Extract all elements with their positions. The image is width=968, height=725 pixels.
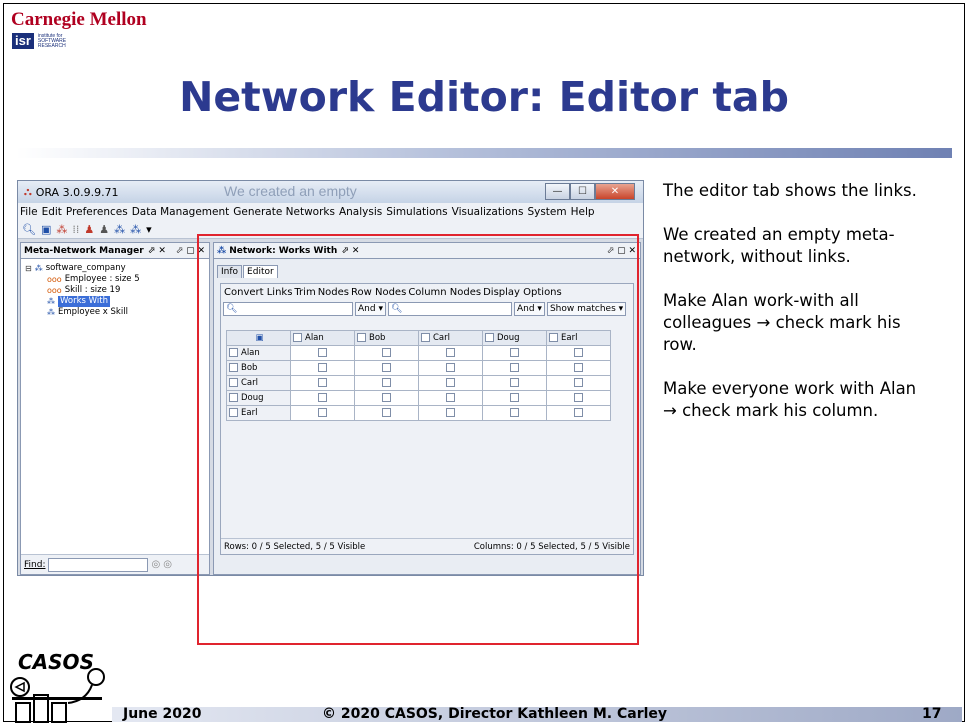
menu-item[interactable]: Preferences: [66, 206, 128, 218]
title-underline: [16, 148, 952, 158]
footer-copyright: © 2020 CASOS, Director Kathleen M. Carle…: [322, 706, 668, 722]
network-icon: ⁂: [47, 308, 55, 317]
page-number: 17: [922, 706, 942, 722]
note: We created an empty meta-network, withou…: [663, 225, 895, 266]
panel-title: Meta-Network Manager: [24, 245, 144, 256]
panel-header: Meta-Network Manager ⬀ ✕ ⬀ ▢ ✕: [21, 243, 209, 259]
search-icon[interactable]: 🔍︎: [22, 223, 36, 236]
window-titlebar[interactable]: ⛬ ORA 3.0.9.9.71 We created an empty — ☐…: [18, 181, 643, 203]
footer-date: June 2020: [123, 706, 202, 722]
note: Make everyone work with Alan → check mar…: [663, 379, 917, 420]
close-icon[interactable]: ✕: [595, 183, 635, 200]
person-icon[interactable]: ♟: [84, 223, 94, 236]
menu-item[interactable]: Visualizations: [452, 206, 524, 218]
panel-pin-close-icon[interactable]: ⬀ ✕: [148, 246, 166, 256]
nodeset-icon: ooo: [47, 286, 62, 295]
ora-app-icon: ⛬: [24, 185, 32, 198]
save-icon[interactable]: ▣: [41, 223, 51, 236]
tree-item-label: Skill : size 19: [64, 285, 121, 295]
menu-item[interactable]: Data Management: [132, 206, 230, 218]
tree-item[interactable]: ⁂ Employee x Skill: [25, 307, 209, 318]
highlight-box: [197, 234, 639, 645]
dropdown-icon[interactable]: ▾: [146, 223, 152, 236]
maximize-icon[interactable]: ☐: [570, 183, 595, 200]
menu-item[interactable]: Edit: [42, 206, 62, 218]
menu-item[interactable]: System: [527, 206, 566, 218]
window-title: ORA 3.0.9.9.71: [35, 185, 119, 199]
menu-item[interactable]: File: [20, 206, 38, 218]
tree-item-label: Works With: [58, 296, 110, 307]
tree-item[interactable]: ooo Employee : size 5: [25, 274, 209, 285]
meta-network-tree: ⊟ ⁂ software_company ooo Employee : size…: [21, 259, 209, 318]
isr-badge: isr: [12, 33, 34, 49]
collapse-icon[interactable]: ⊟: [25, 263, 32, 274]
menu-item[interactable]: Help: [571, 206, 595, 218]
tree-root[interactable]: ⊟ ⁂ software_company: [25, 263, 209, 274]
tree-item-label: Employee : size 5: [64, 274, 140, 284]
window-controls: — ☐ ✕: [545, 183, 635, 200]
tree-root-label: software_company: [45, 263, 126, 273]
ghost-overlay-text: We created an empty: [224, 183, 357, 199]
menubar: File Edit Preferences Data Management Genera…: [18, 203, 643, 221]
slide-title: Network Editor: Editor tab: [179, 73, 789, 121]
note: The editor tab shows the links.: [663, 181, 917, 200]
meta-network-manager-panel: Meta-Network Manager ⬀ ✕ ⬀ ▢ ✕ ⊟ ⁂ softw…: [20, 242, 210, 575]
menu-item[interactable]: Generate Networks: [233, 206, 335, 218]
menu-item[interactable]: Analysis: [339, 206, 382, 218]
tree-item-selected[interactable]: ⁂ Works With: [25, 296, 209, 307]
find-label: Find:: [24, 559, 46, 570]
find-prev-icon[interactable]: ◎: [151, 559, 160, 570]
network-icon: ⁂: [47, 297, 55, 306]
note: Make Alan work-with all colleagues → che…: [663, 291, 901, 354]
casos-logo-text: CASOS: [18, 650, 94, 674]
cmu-logo: Carnegie Mellon: [11, 9, 147, 30]
menu-item[interactable]: Simulations: [386, 206, 447, 218]
meta-network-icon: ⁂: [34, 264, 43, 273]
find-input[interactable]: [48, 557, 149, 572]
find-bar: Find: ◎ ◎: [21, 554, 209, 574]
tree-item[interactable]: ooo Skill : size 19: [25, 285, 209, 296]
notes: The editor tab shows the links. We creat…: [663, 180, 928, 444]
isr-text: institute for SOFTWARE RESEARCH: [37, 32, 67, 49]
nodes-icon-2[interactable]: ⁂: [130, 223, 141, 236]
group-icon[interactable]: ♟: [99, 223, 109, 236]
grid-icon[interactable]: ⁞⁞: [72, 223, 79, 236]
nodes-icon[interactable]: ⁂: [114, 223, 125, 236]
find-next-icon[interactable]: ◎: [163, 559, 172, 570]
isr-logo: isr institute for SOFTWARE RESEARCH: [12, 33, 86, 49]
minimize-icon[interactable]: —: [545, 183, 570, 200]
tree-item-label: Employee x Skill: [58, 307, 128, 317]
network-icon[interactable]: ⁂: [56, 223, 67, 236]
casos-logo: CASOS: [10, 650, 105, 723]
nodeset-icon: ooo: [47, 275, 62, 284]
